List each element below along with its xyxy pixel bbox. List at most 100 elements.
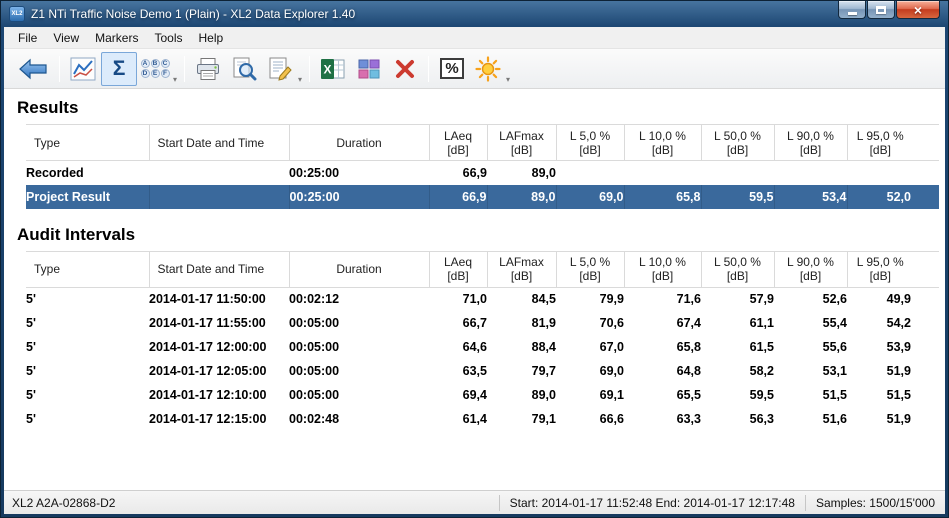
marker-letter: E bbox=[151, 69, 160, 78]
minimize-button[interactable] bbox=[838, 1, 866, 19]
cell-l50: 61,1 bbox=[701, 311, 774, 335]
cell-type: 5' bbox=[26, 383, 149, 407]
audit-interval-row[interactable]: 5' 2014-01-17 12:15:00 00:02:48 61,4 79,… bbox=[26, 407, 939, 431]
cell-start: 2014-01-17 11:50:00 bbox=[149, 287, 289, 311]
marker-letter: C bbox=[161, 59, 170, 68]
column-header: Duration bbox=[289, 125, 429, 161]
cell-start: 2014-01-17 12:05:00 bbox=[149, 359, 289, 383]
print-button[interactable] bbox=[190, 52, 226, 86]
markers-icon: ABCDEF bbox=[141, 59, 170, 78]
column-header: L 95,0 % [dB] bbox=[847, 251, 939, 287]
back-button[interactable] bbox=[12, 52, 54, 86]
menu-item[interactable]: View bbox=[45, 28, 87, 48]
cell-duration: 00:25:00 bbox=[289, 185, 429, 209]
menu-item[interactable]: Tools bbox=[146, 28, 190, 48]
cell-l5: 69,0 bbox=[556, 359, 624, 383]
cell-l5: 66,6 bbox=[556, 407, 624, 431]
excel-export-button[interactable]: X bbox=[315, 52, 351, 86]
column-header: L 90,0 % [dB] bbox=[774, 251, 847, 287]
cell-l50: 58,2 bbox=[701, 359, 774, 383]
cell-type: 5' bbox=[26, 407, 149, 431]
marker-letter: A bbox=[141, 59, 150, 68]
cell-l95: 51,9 bbox=[847, 359, 939, 383]
audit-interval-row[interactable]: 5' 2014-01-17 11:55:00 00:05:00 66,7 81,… bbox=[26, 311, 939, 335]
cell-start: 2014-01-17 12:00:00 bbox=[149, 335, 289, 359]
delete-button[interactable] bbox=[387, 52, 423, 86]
percent-icon: % bbox=[440, 58, 463, 79]
tiles-icon bbox=[357, 57, 381, 81]
markers-button[interactable]: ABCDEF bbox=[137, 52, 173, 86]
cell-lafmax: 89,0 bbox=[487, 161, 556, 185]
cell-laeq: 69,4 bbox=[429, 383, 487, 407]
cell-lafmax: 89,0 bbox=[487, 383, 556, 407]
cell-lafmax: 88,4 bbox=[487, 335, 556, 359]
menu-item[interactable]: Markers bbox=[87, 28, 146, 48]
audit-header-row: Type Start Date and Time Duration bbox=[26, 251, 939, 287]
tiles-view-button[interactable] bbox=[351, 52, 387, 86]
report-button[interactable] bbox=[262, 52, 298, 86]
close-button[interactable]: × bbox=[896, 1, 940, 19]
column-header: L 95,0 % [dB] bbox=[847, 125, 939, 161]
cell-l50: 61,5 bbox=[701, 335, 774, 359]
cell-l95: 54,2 bbox=[847, 311, 939, 335]
cell-type: Project Result bbox=[26, 185, 149, 209]
column-header: LAeq [dB] bbox=[429, 251, 487, 287]
cell-l90: 55,6 bbox=[774, 335, 847, 359]
back-icon bbox=[18, 58, 48, 80]
print-preview-button[interactable] bbox=[226, 52, 262, 86]
sun-icon bbox=[475, 56, 501, 82]
menu-item[interactable]: Help bbox=[191, 28, 232, 48]
maximize-button[interactable] bbox=[867, 1, 895, 19]
cell-l50: 57,9 bbox=[701, 287, 774, 311]
cell-start: 2014-01-17 12:10:00 bbox=[149, 383, 289, 407]
cell-duration: 00:02:12 bbox=[289, 287, 429, 311]
cell-l5: 69,1 bbox=[556, 383, 624, 407]
cell-duration: 00:05:00 bbox=[289, 359, 429, 383]
time-range: Start: 2014-01-17 11:52:48 End: 2014-01-… bbox=[500, 496, 805, 510]
toolbar-overflow-icon[interactable]: ▾ bbox=[506, 75, 510, 84]
audit-interval-row[interactable]: 5' 2014-01-17 12:05:00 00:05:00 63,5 79,… bbox=[26, 359, 939, 383]
toolbar-overflow-icon[interactable]: ▾ bbox=[173, 75, 177, 84]
cell-lafmax: 84,5 bbox=[487, 287, 556, 311]
delete-icon bbox=[394, 58, 416, 80]
cell-laeq: 71,0 bbox=[429, 287, 487, 311]
cell-lafmax: 79,7 bbox=[487, 359, 556, 383]
column-header: L 50,0 % [dB] bbox=[701, 125, 774, 161]
cell-l50: 56,3 bbox=[701, 407, 774, 431]
result-row[interactable]: Project Result 00:25:00 66,9 89,0 69,0 6… bbox=[26, 185, 939, 209]
results-header-row: Type Start Date and Time Duration bbox=[26, 125, 939, 161]
cell-laeq: 66,9 bbox=[429, 185, 487, 209]
column-header: Start Date and Time bbox=[149, 251, 289, 287]
menu-item[interactable]: File bbox=[10, 28, 45, 48]
excel-export-icon: X bbox=[320, 57, 346, 81]
window-controls: × bbox=[837, 1, 945, 19]
brightness-button[interactable] bbox=[470, 52, 506, 86]
cell-start bbox=[149, 185, 289, 209]
title-bar[interactable]: XL2 Z1 NTi Traffic Noise Demo 1 (Plain) … bbox=[4, 1, 945, 27]
audit-interval-row[interactable]: 5' 2014-01-17 11:50:00 00:02:12 71,0 84,… bbox=[26, 287, 939, 311]
cell-duration: 00:02:48 bbox=[289, 407, 429, 431]
cell-l90: 51,6 bbox=[774, 407, 847, 431]
app-icon: XL2 bbox=[9, 6, 25, 22]
cell-l95: 53,9 bbox=[847, 335, 939, 359]
minimize-icon bbox=[848, 12, 857, 15]
chart-view-button[interactable] bbox=[65, 52, 101, 86]
samples-count: Samples: 1500/15'000 bbox=[806, 496, 945, 510]
print-icon bbox=[195, 57, 221, 81]
cell-l10: 67,4 bbox=[624, 311, 701, 335]
result-row[interactable]: Recorded 00:25:00 66,9 89,0 bbox=[26, 161, 939, 185]
audit-interval-row[interactable]: 5' 2014-01-17 12:00:00 00:05:00 64,6 88,… bbox=[26, 335, 939, 359]
maximize-icon bbox=[876, 6, 886, 14]
toolbar-overflow-icon[interactable]: ▾ bbox=[298, 75, 302, 84]
toolbar-separator bbox=[59, 56, 60, 82]
summary-view-button[interactable]: Σ bbox=[101, 52, 137, 86]
cell-l90: 52,6 bbox=[774, 287, 847, 311]
column-header: Type bbox=[26, 251, 149, 287]
column-header: L 5,0 % [dB] bbox=[556, 125, 624, 161]
app-icon-label: XL2 bbox=[11, 11, 22, 17]
percent-button[interactable]: % bbox=[434, 52, 470, 86]
cell-l10: 64,8 bbox=[624, 359, 701, 383]
audit-interval-row[interactable]: 5' 2014-01-17 12:10:00 00:05:00 69,4 89,… bbox=[26, 383, 939, 407]
column-header: L 10,0 % [dB] bbox=[624, 125, 701, 161]
toolbar-separator bbox=[428, 56, 429, 82]
